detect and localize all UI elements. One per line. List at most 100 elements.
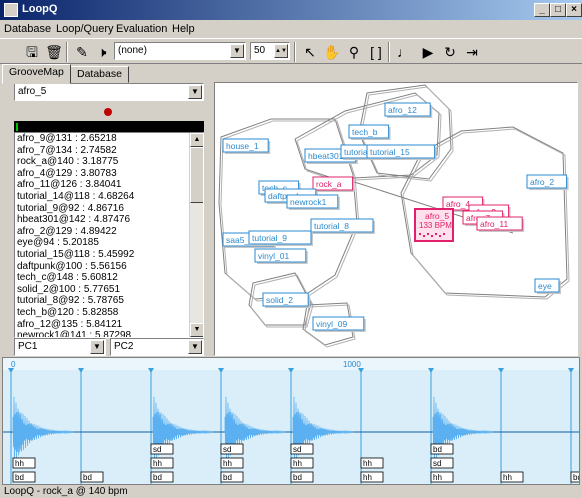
app-icon: [4, 3, 18, 17]
scroll-thumb[interactable]: [190, 147, 203, 203]
drum-hit-label[interactable]: bd: [430, 443, 454, 455]
drum-hit-label[interactable]: sd: [290, 443, 314, 455]
drum-hit-label[interactable]: hh: [430, 471, 454, 483]
hand-icon[interactable]: ✋: [322, 42, 342, 62]
list-item[interactable]: afro_11@126 : 3.84041: [15, 179, 203, 191]
svg-text:tutorial_9: tutorial_9: [252, 233, 287, 243]
title-bar[interactable]: LoopQ _ □ ×: [0, 0, 582, 20]
groove-map-canvas[interactable]: afro_12tech_bhouse_1hbeat301 tutorial_14t…: [215, 83, 577, 355]
drum-hit-label[interactable]: sd: [430, 457, 454, 469]
list-item[interactable]: tech_c@148 : 5.60812: [15, 272, 203, 284]
map-item-afro_2[interactable]: afro_2: [526, 174, 569, 190]
list-item[interactable]: eye@94 : 5.20185: [15, 237, 203, 249]
tab-groovemap[interactable]: GrooveMap: [2, 64, 71, 84]
list-item[interactable]: afro_7@134 : 2.74582: [15, 145, 203, 157]
map-item-solid_2[interactable]: solid_2: [262, 292, 311, 308]
stepper-arrows-icon[interactable]: ▲▼: [274, 44, 288, 58]
drum-hit-label[interactable]: hh: [360, 471, 384, 483]
save-icon[interactable]: 🖫: [22, 42, 42, 62]
chevron-down-icon[interactable]: ▼: [230, 44, 244, 58]
chevron-down-icon[interactable]: ▼: [188, 340, 202, 354]
waveform-canvas[interactable]: 0 1000 hh bd sd hh bd sd hh bd sd hh bd hh bd sd hh bd hh b…: [3, 358, 582, 484]
map-item-tutorial_15[interactable]: tutorial_15: [366, 144, 437, 160]
pencil-icon[interactable]: ✎: [72, 42, 92, 62]
menu-database[interactable]: Database: [4, 23, 51, 35]
scroll-up-icon[interactable]: ▲: [190, 133, 203, 147]
selected-map-item[interactable]: afro_5133 BPM: [414, 208, 454, 242]
chevron-down-icon[interactable]: ▼: [90, 340, 104, 354]
tab-database[interactable]: Database: [70, 66, 129, 83]
list-item[interactable]: daftpunk@100 : 5.56156: [15, 261, 203, 273]
list-item[interactable]: afro_9@131 : 2.65218: [15, 133, 203, 145]
query-select[interactable]: afro_5 ▼: [14, 83, 204, 101]
list-item[interactable]: tutorial_9@92 : 4.86716: [15, 203, 203, 215]
list-item[interactable]: afro_4@129 : 3.80783: [15, 168, 203, 180]
drum-hit-label[interactable]: bd: [80, 471, 104, 483]
play-icon[interactable]: ▶: [418, 42, 438, 62]
drum-hit-label[interactable]: bd: [570, 471, 582, 483]
speaker-icon[interactable]: 🕨: [92, 42, 112, 62]
trash-icon[interactable]: 🗑: [44, 42, 64, 62]
list-item[interactable]: afro_2@129 : 4.89422: [15, 226, 203, 238]
drum-hit-label[interactable]: hh: [150, 457, 174, 469]
drum-hit-label[interactable]: hh: [290, 457, 314, 469]
groove-map[interactable]: afro_12 tech_b house_1 hbeat301 tutorial_14 t…: [214, 82, 578, 356]
drum-hit-label[interactable]: bd: [150, 471, 174, 483]
status-bar: LoopQ - rock_a @ 140 bpm: [0, 486, 582, 498]
forward-end-icon[interactable]: ⇥: [462, 42, 482, 62]
svg-text:hh: hh: [433, 473, 442, 482]
map-item-vinyl_09[interactable]: vinyl_09: [312, 316, 366, 332]
list-item[interactable]: tutorial_14@118 : 4.68264: [15, 191, 203, 203]
map-item-afro_11[interactable]: afro_11: [476, 216, 525, 232]
map-item-house_1[interactable]: house_1: [222, 138, 271, 154]
list-item[interactable]: afro_12@135 : 5.84121: [15, 319, 203, 331]
tempo-stepper[interactable]: 50 ▲▼: [250, 42, 290, 60]
axis-y-select[interactable]: PC2 ▼: [110, 338, 204, 356]
pattern-value: (none): [118, 45, 147, 56]
list-item[interactable]: solid_2@100 : 5.77651: [15, 284, 203, 296]
results-scrollbar[interactable]: ▲ ▼: [189, 133, 203, 337]
map-item-tutorial_8[interactable]: tutorial_8: [310, 218, 375, 234]
list-item[interactable]: hbeat301@142 : 4.87476: [15, 214, 203, 226]
maximize-button[interactable]: □: [550, 3, 566, 17]
drum-hit-label[interactable]: sd: [220, 443, 244, 455]
pointer-icon[interactable]: ↖: [300, 42, 320, 62]
drum-hit-label[interactable]: bd: [220, 471, 244, 483]
query-value: afro_5: [18, 86, 47, 97]
map-item-tech_b[interactable]: tech_b: [348, 124, 391, 140]
loop-timeline[interactable]: 0 1000 hh bd sd hh bd sd hh bd sd hh bd hh bd sd hh bd hh b…: [2, 357, 582, 485]
map-item-newrock1[interactable]: newrock1: [286, 194, 340, 210]
list-item[interactable]: newrock1@141 : 5.87298: [15, 330, 203, 337]
map-item-eye[interactable]: eye: [534, 278, 561, 294]
menu-help[interactable]: Help: [172, 23, 195, 35]
menu-evaluation[interactable]: Evaluation: [116, 23, 167, 35]
menu-loop-query[interactable]: Loop/Query: [56, 23, 113, 35]
map-item-tutorial_9[interactable]: tutorial_9: [248, 230, 313, 246]
scroll-down-icon[interactable]: ▼: [190, 323, 203, 337]
bracket-select-icon[interactable]: [ ]: [366, 42, 386, 62]
drum-hit-label[interactable]: hh: [500, 471, 524, 483]
loop-icon[interactable]: ↻: [440, 42, 460, 62]
map-item-vinyl_01[interactable]: vinyl_01: [254, 248, 308, 264]
close-button[interactable]: ×: [566, 3, 582, 17]
map-item-rock_a[interactable]: rock_a: [312, 176, 355, 192]
minimize-button[interactable]: _: [534, 3, 550, 17]
list-item[interactable]: rock_a@140 : 3.18775: [15, 156, 203, 168]
note-icon[interactable]: ♩: [394, 42, 414, 62]
drum-hit-label[interactable]: bd: [290, 471, 314, 483]
drum-hit-label[interactable]: hh: [12, 457, 36, 469]
drum-hit-label[interactable]: bd: [12, 471, 36, 483]
list-item[interactable]: tutorial_15@118 : 5.45992: [15, 249, 203, 261]
record-icon[interactable]: [104, 108, 112, 116]
chevron-down-icon[interactable]: ▼: [188, 85, 202, 99]
drum-hit-label[interactable]: sd: [150, 443, 174, 455]
drum-hit-label[interactable]: hh: [360, 457, 384, 469]
axis-x-select[interactable]: PC1 ▼: [14, 338, 106, 356]
magnify-icon[interactable]: ⚲: [344, 42, 364, 62]
map-item-afro_12[interactable]: afro_12: [384, 102, 433, 118]
pattern-select[interactable]: (none) ▼: [114, 42, 246, 60]
results-list[interactable]: afro_9@131 : 2.65218 afro_7@134 : 2.74582…: [14, 132, 204, 338]
list-item[interactable]: tutorial_8@92 : 5.78765: [15, 295, 203, 307]
drum-hit-label[interactable]: hh: [220, 457, 244, 469]
list-item[interactable]: tech_b@120 : 5.82858: [15, 307, 203, 319]
